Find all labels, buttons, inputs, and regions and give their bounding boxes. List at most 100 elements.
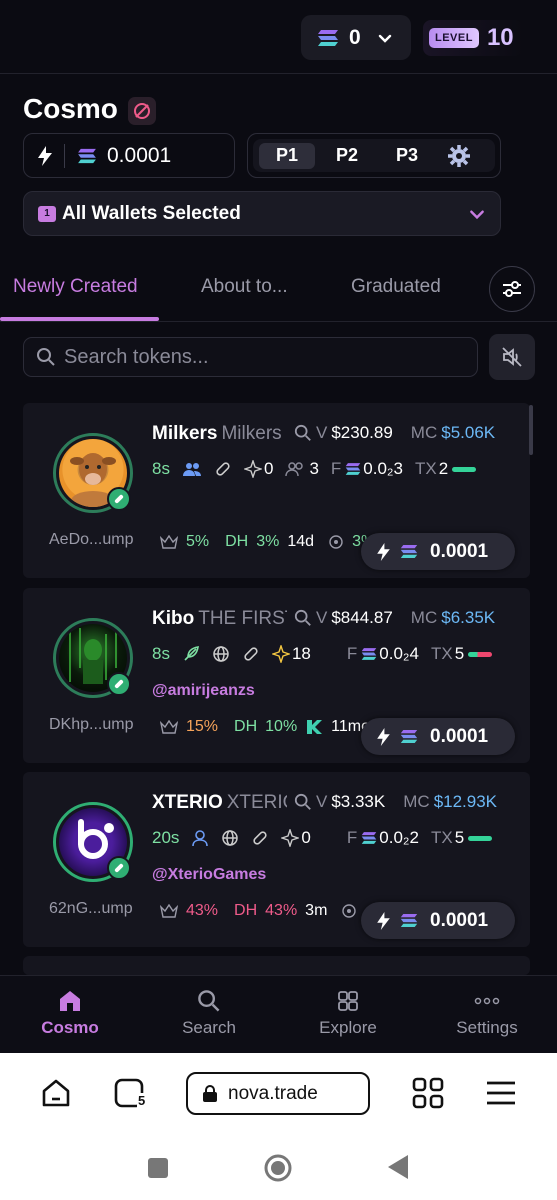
pill-icon [107,487,131,511]
browser-toolbar: 5 nova.trade [0,1053,557,1135]
tab-about-to-graduate[interactable]: About to... [201,276,288,298]
solana-icon [400,913,418,928]
chevron-down-icon [378,34,391,43]
globe-icon [222,830,239,846]
token-address[interactable]: 62nG...ump [49,900,133,918]
preset-p3[interactable]: P3 [379,143,435,169]
scrollbar[interactable] [529,405,533,455]
search-icon[interactable] [294,793,312,811]
nav-cosmo[interactable]: Cosmo [20,984,120,1038]
globe-icon [213,646,229,662]
snipes-count: 0 [263,459,274,478]
filter-button[interactable] [489,266,535,312]
token-age: 20s [152,828,180,847]
buy-amount-field[interactable]: 0.0001 [23,133,235,178]
token-card-partial[interactable] [23,956,530,975]
preset-p1[interactable]: P1 [259,142,315,169]
level-value: 10 [486,24,514,51]
dh-label: DH [225,533,249,550]
top10-holding: 15% [186,718,219,735]
menu-icon[interactable] [485,1079,517,1107]
social-handle[interactable]: @XterioGames [152,866,266,884]
buy-amount-value: 0.0001 [107,143,172,167]
top-bar: 0 LEVEL 10 [0,0,557,74]
token-address[interactable]: AeDo...ump [49,531,133,549]
gear-icon[interactable] [447,144,471,168]
quick-buy-amount: 0.0001 [430,909,489,931]
wallet-selector[interactable]: 1 All Wallets Selected [23,191,501,236]
dh-label: DH [234,902,258,919]
lightning-icon [377,542,390,561]
url-bar[interactable]: nova.trade [186,1072,370,1115]
tab-graduated[interactable]: Graduated [351,276,441,298]
level-badge[interactable]: LEVEL 10 [423,20,523,56]
preset-p2[interactable]: P2 [319,143,375,169]
dh-label: DH [234,718,258,735]
chevron-down-icon [470,210,484,220]
market-cap-value: $6.35K [441,608,496,627]
pill-icon [216,462,230,476]
token-tabs: Newly Created About to... Graduated [0,262,557,322]
sparkle-icon [243,460,262,478]
sol-balance-dropdown[interactable]: 0 [301,15,411,60]
back-icon[interactable] [386,1154,410,1180]
token-full-name: XTERIO [226,792,287,813]
volume-label: V [316,423,328,442]
nav-cosmo-label: Cosmo [41,1018,99,1037]
system-navigation-bar [0,1135,557,1200]
metrics-row: 15% DH 10% 11mo [160,718,370,736]
recents-icon[interactable] [147,1157,169,1179]
token-address[interactable]: DKhp...ump [49,716,133,734]
search-icon[interactable] [294,609,312,627]
tab-newly-created[interactable]: Newly Created [13,276,138,298]
nav-explore[interactable]: Explore [298,984,398,1038]
created-age: 14d [287,533,315,550]
divider [64,143,65,168]
pill-icon [107,672,131,696]
search-input[interactable] [64,345,444,369]
nav-settings[interactable]: Settings [437,984,537,1038]
token-name: Kibo THE FIRST [152,608,287,630]
stat-row: 8s 0 3 F 0.0₂3 TX 2 [152,459,477,479]
quick-buy-button[interactable]: 0.0001 [361,533,515,570]
hidden-toggle-icon[interactable] [128,97,156,125]
sparkle-icon [271,645,290,663]
token-card[interactable]: AeDo...ump Milkers Milkers V $230.89 MC $… [23,403,530,578]
apps-grid-icon[interactable] [412,1077,444,1109]
market-cap-value: $5.06K [441,423,496,442]
target-icon [342,904,357,918]
mc-label: MC [410,608,438,627]
snipes-count: 18 [291,644,311,663]
mute-button[interactable] [489,334,535,380]
volume-value: $3.33K [331,792,386,811]
mc-label: MC [403,792,430,811]
speaker-muted-icon [502,347,522,367]
search-icon[interactable] [294,424,312,442]
tx-label: TX [430,644,453,663]
pill-icon [253,831,268,845]
tx-count: 5 [454,644,465,663]
quick-buy-button[interactable]: 0.0001 [361,902,515,939]
mc-label: MC [410,423,438,442]
tabs-button[interactable]: 5 [113,1077,147,1116]
wallet-count-badge: 1 [38,205,56,222]
quick-buy-button[interactable]: 0.0001 [361,718,515,755]
token-card[interactable]: 62nG...ump XTERIOXTERIO V $3.33K MC $12.… [23,772,530,947]
token-name: Milkers Milkers [152,423,287,445]
bottom-navigation: Cosmo Search Explore Settings [0,975,557,1053]
volume-mc-row: V $844.87 MC $6.35K [294,608,495,628]
social-handle[interactable]: @amirijeanzs [152,682,255,700]
home-circle-icon[interactable] [263,1153,293,1183]
token-card[interactable]: DKhp...ump Kibo THE FIRST V $844.87 MC $6… [23,588,530,763]
home-icon [60,991,80,1011]
tx-ratio-bar [468,651,493,657]
lightning-icon [377,727,390,746]
browser-home-icon[interactable] [40,1077,72,1109]
holders-icon [285,462,304,477]
tx-label: TX [430,828,453,847]
crown-icon [160,720,178,734]
token-symbol: Milkers [152,423,218,444]
metrics-row: 43% DH 43% 3m [160,902,357,920]
volume-label: V [316,608,328,627]
nav-search[interactable]: Search [159,984,259,1038]
